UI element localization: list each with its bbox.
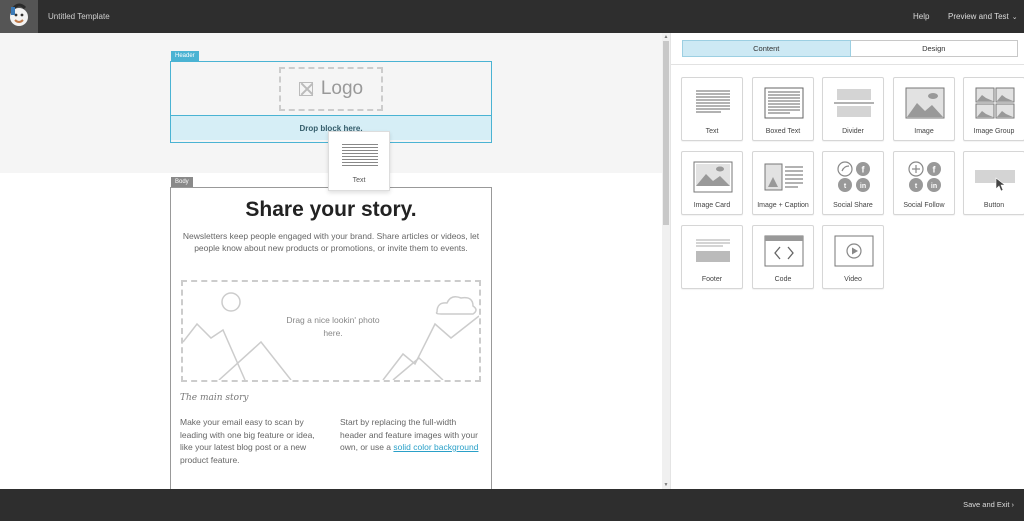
block-button[interactable]: Button <box>963 151 1024 215</box>
video-block-icon <box>834 235 874 267</box>
bottom-bar: Save and Exit › <box>0 489 1024 521</box>
block-social-follow[interactable]: f t in Social Follow <box>893 151 955 215</box>
divider-block-icon <box>834 89 874 117</box>
solid-color-background-link[interactable]: solid color background <box>393 442 478 452</box>
block-label: Footer <box>701 276 723 283</box>
chevron-down-icon: ⌄ <box>1011 14 1018 21</box>
social-share-block-icon: f t in <box>837 161 870 192</box>
help-link[interactable]: Help <box>913 0 929 33</box>
button-block-icon <box>975 170 1015 192</box>
block-video[interactable]: Video <box>822 225 884 289</box>
dragged-text-block[interactable]: Text <box>328 131 390 191</box>
chevron-right-icon: › <box>1011 500 1015 509</box>
boxed-text-block-icon <box>764 87 804 119</box>
block-text[interactable]: Text <box>681 77 743 141</box>
photo-placeholder-text: Drag a nice lookin' photo here. <box>286 315 380 338</box>
tab-content[interactable]: Content <box>682 40 851 57</box>
text-lines-icon <box>342 144 378 168</box>
hero-title[interactable]: Share your story. <box>171 198 491 222</box>
text-block-icon <box>696 90 730 113</box>
save-and-exit-button[interactable]: Save and Exit › <box>963 489 1014 521</box>
blocks-panel: Content Design Text Boxed Text Divider I… <box>670 33 1024 489</box>
scroll-up-arrow-icon[interactable]: ▲ <box>662 33 670 41</box>
block-label: Video <box>844 276 862 283</box>
app-logo[interactable] <box>0 0 38 33</box>
block-label: Image <box>914 128 934 135</box>
block-code[interactable]: Code <box>752 225 814 289</box>
footer-block-icon <box>696 239 730 262</box>
block-label: Code <box>774 276 792 283</box>
block-image-group[interactable]: Image Group <box>963 77 1024 141</box>
logo-placeholder[interactable]: Logo <box>279 67 383 111</box>
block-image-caption[interactable]: Image + Caption <box>752 151 814 215</box>
block-boxed-text[interactable]: Boxed Text <box>752 77 814 141</box>
photo-placeholder[interactable]: Drag a nice lookin' photo here. <box>181 280 481 382</box>
block-label: Social Follow <box>903 202 945 209</box>
block-label: Text <box>705 128 719 135</box>
block-label: Image + Caption <box>757 202 809 209</box>
image-placeholder-icon <box>298 82 313 96</box>
block-footer[interactable]: Footer <box>681 225 743 289</box>
template-title[interactable]: Untitled Template <box>48 0 110 33</box>
image-block-icon <box>905 87 945 119</box>
block-label: Image Group <box>973 128 1015 135</box>
dragged-block-label: Text <box>352 177 366 184</box>
block-label: Image Card <box>693 202 731 209</box>
code-block-icon <box>764 235 804 267</box>
block-label: Divider <box>842 128 864 135</box>
image-caption-block-icon <box>764 163 803 191</box>
svg-text:in: in <box>860 183 866 190</box>
panel-tabs: Content Design <box>682 40 1018 57</box>
panel-divider <box>671 64 1024 65</box>
body-block[interactable]: Share your story. Newsletters keep peopl… <box>170 187 492 489</box>
top-bar: Untitled Template Help Preview and Test ⌄ <box>0 0 1024 33</box>
canvas-scrollbar[interactable]: ▲ ▼ <box>662 33 670 489</box>
block-image[interactable]: Image <box>893 77 955 141</box>
left-column-text[interactable]: Make your email easy to scan by leading … <box>180 416 320 466</box>
logo-text: Logo <box>320 78 364 99</box>
block-label: Social Share <box>833 202 873 209</box>
right-column-text[interactable]: Start by replacing the full-width header… <box>340 416 480 454</box>
preview-label: Preview and Test <box>948 12 1009 21</box>
block-divider[interactable]: Divider <box>822 77 884 141</box>
svg-text:in: in <box>931 183 937 190</box>
scroll-down-arrow-icon[interactable]: ▼ <box>662 481 670 489</box>
image-card-block-icon <box>693 161 733 193</box>
image-group-block-icon <box>975 87 1015 119</box>
tab-design[interactable]: Design <box>850 40 1018 57</box>
block-image-card[interactable]: Image Card <box>681 151 743 215</box>
main-story-heading[interactable]: The main story <box>180 393 248 403</box>
block-social-share[interactable]: f t in Social Share <box>822 151 884 215</box>
scrollbar-thumb[interactable] <box>663 41 669 225</box>
social-follow-block-icon: f t in <box>908 161 941 192</box>
preview-and-test-menu[interactable]: Preview and Test ⌄ <box>948 0 1018 33</box>
save-and-exit-label: Save and Exit <box>963 500 1010 509</box>
email-canvas: Header Logo Drop block here. Body Share … <box>0 33 662 489</box>
block-label: Boxed Text <box>765 128 801 135</box>
hero-subtitle[interactable]: Newsletters keep people engaged with you… <box>181 230 481 254</box>
monkey-logo-icon <box>10 3 28 26</box>
block-label: Button <box>983 202 1005 209</box>
